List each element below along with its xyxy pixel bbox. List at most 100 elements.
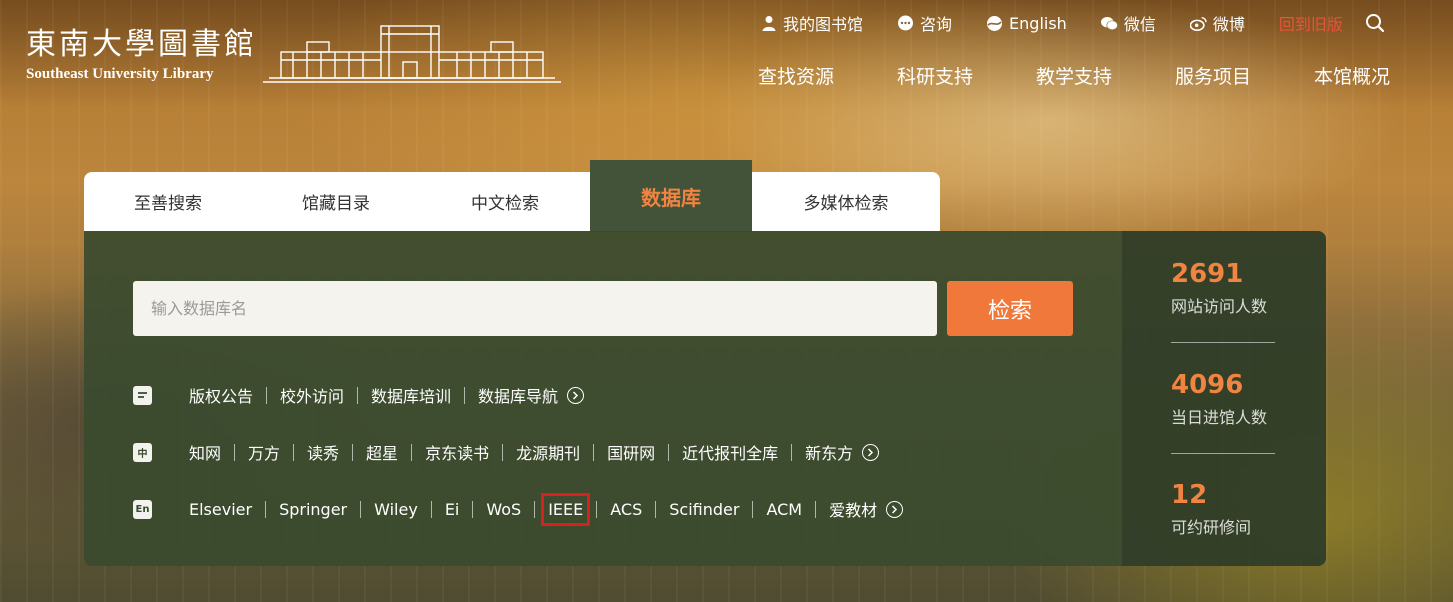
link-acm[interactable]: ACM xyxy=(766,500,802,519)
top-link-wechat[interactable]: 微信 xyxy=(1100,11,1156,35)
nav-about[interactable]: 本馆概况 xyxy=(1314,62,1453,89)
weibo-icon xyxy=(1189,15,1207,32)
english-databases-row: En Elsevier Springer Wiley Ei WoS IEEE A… xyxy=(133,492,904,526)
link-ei[interactable]: Ei xyxy=(445,500,460,519)
stat-value: 4096 xyxy=(1171,370,1244,400)
separator xyxy=(293,443,295,461)
logo-chinese-name: 東南大學圖書館 xyxy=(26,27,257,62)
link-jd-reading[interactable]: 京东读书 xyxy=(425,440,489,464)
top-link-english[interactable]: English xyxy=(986,14,1067,33)
link-elsevier[interactable]: Elsevier xyxy=(189,500,252,519)
separator xyxy=(502,443,504,461)
separator xyxy=(360,500,362,518)
notice-links-row: 版权公告 校外访问 数据库培训 数据库导航 xyxy=(133,382,585,408)
separator xyxy=(234,443,236,461)
separator xyxy=(357,386,359,404)
separator xyxy=(265,500,267,518)
separator xyxy=(472,500,474,518)
link-chaoxing[interactable]: 超星 xyxy=(366,440,398,464)
separator xyxy=(464,386,466,404)
separator xyxy=(815,500,817,518)
separator xyxy=(430,500,432,518)
nav-services[interactable]: 服务项目 xyxy=(1175,62,1314,89)
nav-find-resources[interactable]: 查找资源 xyxy=(758,62,897,89)
separator xyxy=(411,443,413,461)
link-longyuan[interactable]: 龙源期刊 xyxy=(516,440,580,464)
top-link-label: English xyxy=(1009,13,1067,33)
top-link-label: 咨询 xyxy=(920,15,953,34)
link-wos[interactable]: WoS xyxy=(486,500,521,519)
link-acs[interactable]: ACS xyxy=(610,500,642,519)
chevron-right-icon[interactable] xyxy=(862,443,880,461)
top-link-label: 微博 xyxy=(1212,15,1245,34)
link-guoyan[interactable]: 国研网 xyxy=(607,440,655,464)
tab-catalog[interactable]: 馆藏目录 xyxy=(252,172,420,231)
database-panel: 检索 版权公告 校外访问 数据库培训 数据库导航 中 知网 万方 读秀 xyxy=(84,231,1326,566)
stat-value: 12 xyxy=(1171,480,1208,510)
top-link-label: 我的图书馆 xyxy=(783,15,864,34)
nav-research-support[interactable]: 科研支持 xyxy=(897,62,1036,89)
link-wiley[interactable]: Wiley xyxy=(374,500,418,519)
english-icon: En xyxy=(133,499,152,519)
top-link-weibo[interactable]: 微博 xyxy=(1189,11,1245,35)
divider xyxy=(1171,453,1275,454)
statistics-sidebar: 2691 网站访问人数 4096 当日进馆人数 12 可约研修间 xyxy=(1122,231,1326,566)
wechat-icon xyxy=(1100,15,1118,32)
separator xyxy=(596,500,598,518)
document-icon xyxy=(133,385,152,405)
old-version-link[interactable]: 回到旧版 xyxy=(1279,11,1343,35)
search-tabs: 至善搜索 馆藏目录 中文检索 数据库 多媒体检索 xyxy=(84,160,940,232)
search-button[interactable]: 检索 xyxy=(947,281,1073,336)
tab-chinese-search[interactable]: 中文检索 xyxy=(420,172,590,231)
link-database-training[interactable]: 数据库培训 xyxy=(371,383,451,407)
link-scifinder[interactable]: Scifinder xyxy=(669,500,739,519)
separator xyxy=(752,500,754,518)
search-icon[interactable] xyxy=(1365,13,1385,33)
tab-zhishan-search[interactable]: 至善搜索 xyxy=(84,172,252,231)
top-link-my-library[interactable]: 我的图书馆 xyxy=(760,11,863,35)
stat-label: 可约研修间 xyxy=(1171,518,1252,537)
user-icon xyxy=(760,15,777,32)
link-cnki[interactable]: 知网 xyxy=(189,440,221,464)
stat-label: 网站访问人数 xyxy=(1171,297,1268,316)
chinese-icon: 中 xyxy=(133,442,152,462)
separator xyxy=(352,443,354,461)
separator xyxy=(668,443,670,461)
link-duxiu[interactable]: 读秀 xyxy=(307,440,339,464)
top-link-consult[interactable]: 咨询 xyxy=(897,11,952,35)
chevron-right-icon[interactable] xyxy=(886,500,904,518)
separator xyxy=(655,500,657,518)
library-building-icon xyxy=(263,25,561,83)
chevron-right-icon[interactable] xyxy=(567,386,585,404)
tab-multimedia-search[interactable]: 多媒体检索 xyxy=(752,172,940,231)
link-springer[interactable]: Springer xyxy=(279,500,347,519)
link-aijiaocai[interactable]: 爱教材 xyxy=(829,497,877,521)
main-navigation: 查找资源 科研支持 教学支持 服务项目 本馆概况 xyxy=(758,62,1453,89)
link-new-oriental[interactable]: 新东方 xyxy=(805,440,853,464)
link-modern-newspapers[interactable]: 近代报刊全库 xyxy=(682,440,778,464)
separator xyxy=(593,443,595,461)
stat-site-visits: 2691 网站访问人数 xyxy=(1171,259,1267,317)
nav-teaching-support[interactable]: 教学支持 xyxy=(1036,62,1175,89)
stat-value: 2691 xyxy=(1171,259,1244,289)
utility-links: 我的图书馆 咨询 English 微信 微博 回到旧版 xyxy=(760,10,1385,36)
link-database-guide[interactable]: 数据库导航 xyxy=(478,383,558,407)
globe-icon xyxy=(986,15,1003,32)
link-wanfang[interactable]: 万方 xyxy=(248,440,280,464)
stat-study-rooms: 12 可约研修间 xyxy=(1171,480,1251,538)
link-ieee[interactable]: IEEE xyxy=(541,492,591,526)
chinese-databases-row: 中 知网 万方 读秀 超星 京东读书 龙源期刊 国研网 近代报刊全库 新东方 xyxy=(133,439,880,465)
database-search-area: 检索 版权公告 校外访问 数据库培训 数据库导航 中 知网 万方 读秀 xyxy=(84,231,1122,566)
logo-english-name: Southeast University Library xyxy=(26,66,214,82)
separator xyxy=(534,500,536,518)
divider xyxy=(1171,342,1275,343)
database-search-input[interactable] xyxy=(133,281,937,336)
top-link-label: 微信 xyxy=(1123,15,1156,34)
tab-database[interactable]: 数据库 xyxy=(590,160,752,232)
stat-label: 当日进馆人数 xyxy=(1171,408,1268,427)
library-logo[interactable]: 東南大學圖書館 Southeast University Library xyxy=(26,22,563,84)
link-off-campus-access[interactable]: 校外访问 xyxy=(280,383,344,407)
chat-bubble-icon xyxy=(897,15,914,32)
stat-daily-entries: 4096 当日进馆人数 xyxy=(1171,370,1267,428)
link-copyright-notice[interactable]: 版权公告 xyxy=(189,383,253,407)
